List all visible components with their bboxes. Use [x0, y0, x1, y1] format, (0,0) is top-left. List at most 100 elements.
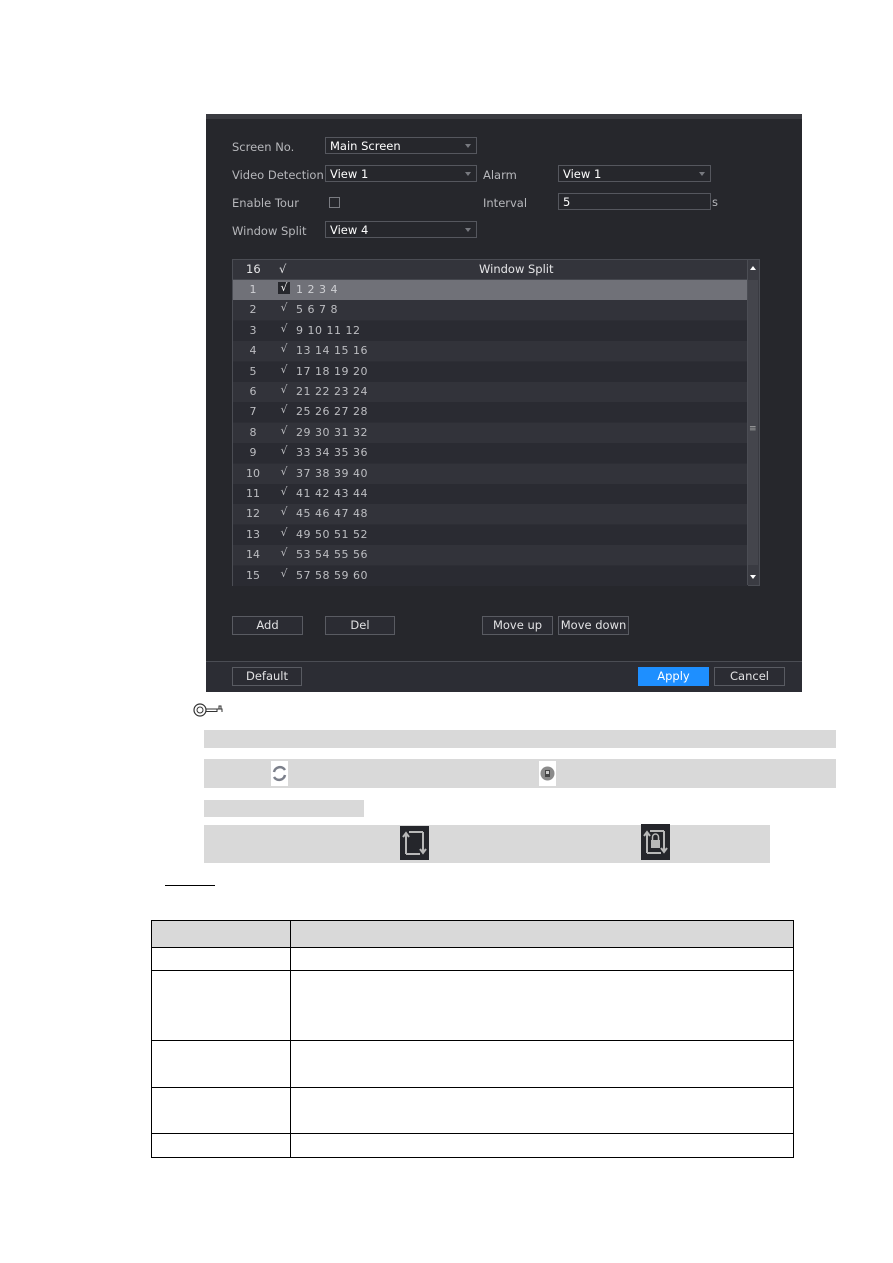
row-checkbox[interactable]: √ [278, 506, 290, 518]
row-channels: 45 46 47 48 [296, 507, 368, 521]
refresh-cycle-icon [271, 761, 288, 786]
row-number: 11 [246, 487, 260, 500]
row-channels: 29 30 31 32 [296, 425, 368, 439]
table-row[interactable]: 1 √ 1 2 3 4 [233, 280, 748, 300]
move-down-button[interactable]: Move down [558, 616, 629, 635]
apply-button[interactable]: Apply [638, 667, 709, 686]
row-number: 5 [249, 364, 257, 378]
video-detection-select[interactable]: View 1 [325, 165, 477, 182]
row-checkbox[interactable]: √ [278, 363, 290, 376]
row-checkbox[interactable]: √ [278, 343, 290, 355]
table-header: 16 √ Window Split [233, 260, 748, 280]
row-checkbox[interactable]: √ [278, 567, 290, 580]
row-checkbox[interactable]: √ [278, 526, 290, 539]
del-button[interactable]: Del [325, 616, 395, 635]
video-detection-label: Video Detection [232, 168, 324, 182]
table-row[interactable]: 4 √ 13 14 15 16 [233, 341, 748, 362]
row-number: 4 [249, 344, 257, 358]
table-row[interactable]: 5 √ 17 18 19 20 [233, 361, 748, 382]
row-checkbox[interactable]: √ [278, 486, 290, 498]
table-row [151, 1087, 794, 1134]
parameter-table [151, 920, 794, 1158]
chevron-down-icon [465, 172, 471, 176]
interval-unit: s [712, 195, 718, 209]
video-detection-value: View 1 [330, 167, 369, 181]
interval-value: 5 [563, 195, 571, 209]
add-button[interactable]: Add [232, 616, 303, 635]
window-split-select[interactable]: View 4 [325, 221, 477, 238]
row-number: 10 [246, 466, 260, 480]
row-number: 8 [249, 425, 257, 439]
interval-label: Interval [483, 196, 528, 210]
row-checkbox[interactable]: √ [278, 445, 290, 457]
row-channels: 33 34 35 36 [296, 446, 368, 460]
note-line-3 [204, 800, 364, 817]
row-channels: 17 18 19 20 [296, 364, 368, 378]
tour-settings-panel: Screen No. Main Screen Video Detection V… [206, 114, 802, 692]
cancel-button[interactable]: Cancel [714, 667, 785, 686]
table-row[interactable]: 7 √ 25 26 27 28 [233, 402, 748, 423]
table-row[interactable]: 3 √ 9 10 11 12 [233, 320, 748, 341]
window-split-value: View 4 [330, 223, 369, 237]
interval-input[interactable]: 5 [558, 193, 711, 210]
table-row[interactable]: 2 √ 5 6 7 8 [233, 300, 748, 321]
row-number: 1 [249, 283, 257, 296]
table-row[interactable]: 14 √ 53 54 55 56 [233, 545, 748, 566]
window-split-label: Window Split [232, 224, 307, 238]
row-checkbox[interactable]: √ [278, 404, 290, 416]
section-underline [165, 885, 215, 886]
move-up-button[interactable]: Move up [482, 616, 553, 635]
row-checkbox[interactable]: √ [278, 322, 290, 335]
row-checkbox[interactable]: √ [278, 282, 290, 294]
chevron-down-icon [465, 228, 471, 232]
enable-tour-checkbox[interactable] [329, 197, 340, 208]
table-scrollbar[interactable]: ≡ [747, 260, 759, 585]
select-all-checkbox[interactable]: √ [279, 262, 286, 276]
row-channels: 13 14 15 16 [296, 344, 368, 358]
row-checkbox[interactable]: √ [278, 424, 290, 437]
row-channels: 9 10 11 12 [296, 323, 361, 337]
chevron-down-icon [465, 144, 471, 148]
row-checkbox[interactable]: √ [278, 465, 290, 478]
chevron-down-icon [699, 172, 705, 176]
scroll-down-icon[interactable] [750, 575, 756, 579]
row-channels: 25 26 27 28 [296, 405, 368, 419]
row-channels: 53 54 55 56 [296, 548, 368, 562]
table-header-row [151, 920, 794, 948]
panel-top-bar [206, 114, 802, 119]
screen-no-label: Screen No. [232, 140, 295, 154]
note-line-4 [204, 824, 770, 863]
table-row[interactable]: 8 √ 29 30 31 32 [233, 422, 748, 443]
row-number: 7 [249, 405, 257, 419]
alarm-select[interactable]: View 1 [558, 165, 711, 182]
table-row[interactable]: 12 √ 45 46 47 48 [233, 504, 748, 525]
row-number: 14 [246, 548, 260, 562]
table-row[interactable]: 13 √ 49 50 51 52 [233, 524, 748, 545]
row-channels: 41 42 43 44 [296, 487, 368, 500]
default-button[interactable]: Default [232, 667, 302, 686]
enable-tour-label: Enable Tour [232, 196, 299, 210]
row-channels: 1 2 3 4 [296, 283, 338, 296]
table-row [151, 947, 794, 971]
table-row [151, 970, 794, 1041]
screen-no-select[interactable]: Main Screen [325, 137, 477, 154]
scroll-up-icon[interactable] [750, 266, 756, 270]
row-channels: 21 22 23 24 [296, 385, 368, 398]
table-row[interactable]: 6 √ 21 22 23 24 [233, 382, 748, 402]
row-checkbox[interactable]: √ [278, 384, 290, 396]
table-row[interactable]: 9 √ 33 34 35 36 [233, 443, 748, 464]
row-number: 15 [246, 568, 260, 582]
scrollbar-thumb[interactable] [748, 280, 758, 565]
table-row[interactable]: 15 √ 57 58 59 60 [233, 565, 748, 586]
grip-icon: ≡ [749, 424, 757, 434]
row-checkbox[interactable]: √ [278, 547, 290, 559]
tour-lock-icon [641, 824, 670, 860]
table-row[interactable]: 11 √ 41 42 43 44 [233, 484, 748, 504]
table-row[interactable]: 10 √ 37 38 39 40 [233, 463, 748, 484]
table-row [151, 1040, 794, 1088]
row-channels: 49 50 51 52 [296, 527, 368, 541]
alarm-label: Alarm [483, 168, 517, 182]
row-checkbox[interactable]: √ [278, 302, 290, 314]
key-icon [193, 702, 225, 722]
tour-toggle-icon [400, 826, 429, 860]
